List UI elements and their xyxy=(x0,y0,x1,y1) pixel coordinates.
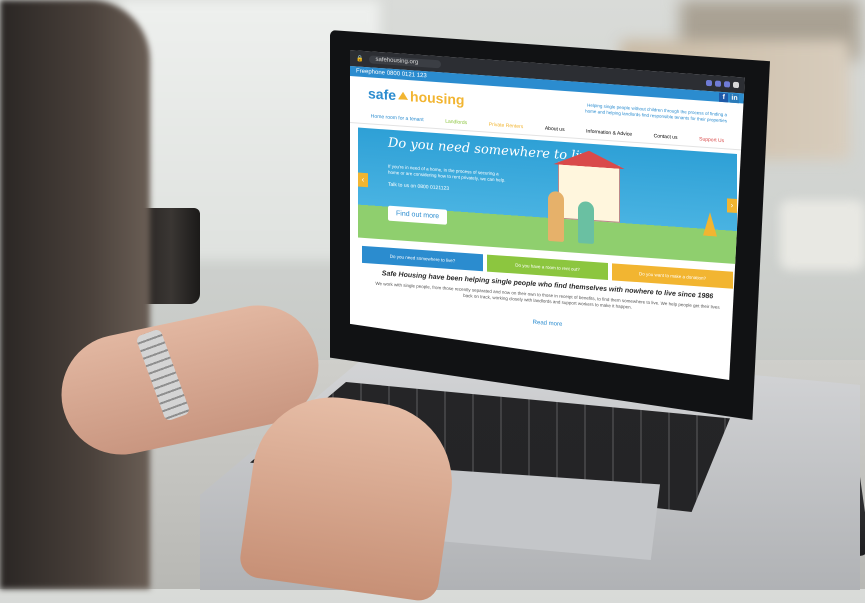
house-icon xyxy=(398,91,408,100)
extension-icon[interactable] xyxy=(715,80,721,87)
nav-item-contact[interactable]: Contact us xyxy=(654,133,678,141)
site-logo[interactable]: safe housing xyxy=(368,85,464,108)
hero-phone: Talk to us on 0800 0121123 xyxy=(388,181,450,192)
facebook-icon[interactable]: f xyxy=(719,92,729,102)
person-hair xyxy=(0,0,150,589)
header-tagline: Helping single people without children t… xyxy=(585,102,727,124)
lock-icon: 🔒 xyxy=(356,55,364,63)
carousel-next-button[interactable]: › xyxy=(727,198,737,214)
nav-item-landlords[interactable]: Landlords xyxy=(445,119,467,127)
tree-illustration xyxy=(703,212,717,237)
extension-icon[interactable] xyxy=(724,81,730,88)
carousel-prev-button[interactable]: ‹ xyxy=(358,172,368,188)
hero-banner: ‹ Do you need somewhere to live If you'r… xyxy=(358,127,737,265)
card-need-home[interactable]: Do you need somewhere to live? xyxy=(362,245,483,272)
nav-item-home[interactable]: Home room for a tenant xyxy=(371,113,424,123)
logo-text-safe: safe xyxy=(368,85,397,104)
nav-item-about[interactable]: About us xyxy=(545,126,565,133)
extension-icon[interactable] xyxy=(706,79,712,87)
person-illustration xyxy=(578,200,594,245)
card-room-to-rent[interactable]: Do you have a room to rent out? xyxy=(487,254,608,281)
website-page: 🔒 safehousing.org Freephone 0800 0121 12… xyxy=(350,50,745,380)
logo-text-housing: housing xyxy=(410,88,465,109)
nav-item-support[interactable]: Support Us xyxy=(699,136,724,144)
background-object xyxy=(780,200,865,270)
extension-icons xyxy=(706,79,739,89)
close-icon[interactable] xyxy=(733,81,739,89)
nav-item-info[interactable]: Information & Advice xyxy=(586,129,632,138)
nav-item-private-renters[interactable]: Private Renters xyxy=(489,122,523,130)
hero-text: If you're in need of a home, in the proc… xyxy=(388,163,506,183)
laptop-screen: 🔒 safehousing.org Freephone 0800 0121 12… xyxy=(350,50,745,380)
person-illustration xyxy=(548,190,564,242)
find-out-more-button[interactable]: Find out more xyxy=(388,205,448,225)
address-bar[interactable]: safehousing.org xyxy=(369,55,442,69)
card-donation[interactable]: Do you want to make a donation? xyxy=(612,263,733,289)
linkedin-icon[interactable]: in xyxy=(730,93,739,103)
